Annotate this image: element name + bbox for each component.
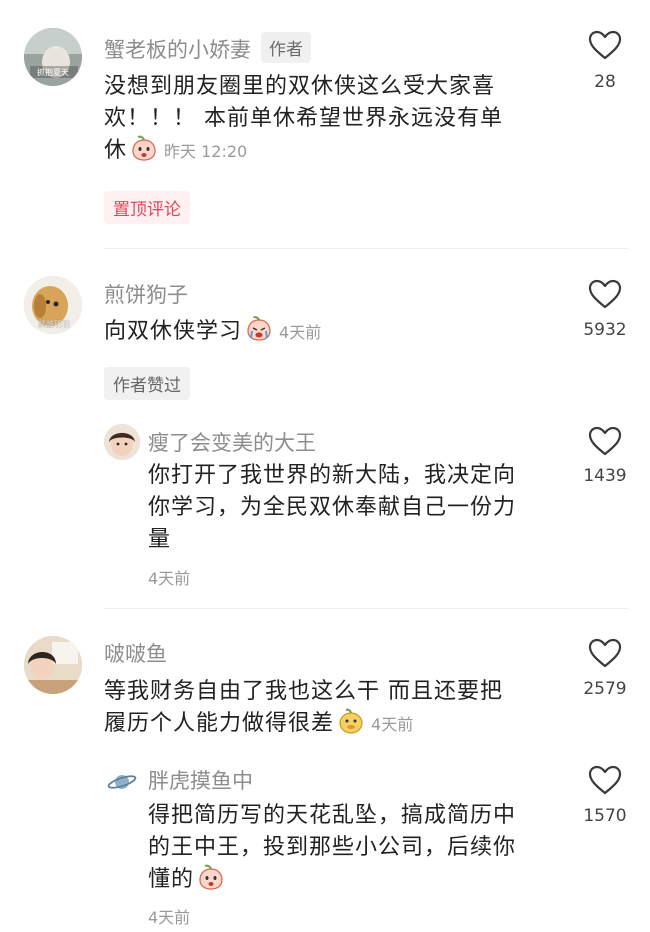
username[interactable]: 蟹老板的小娇妻 作者 <box>104 32 311 64</box>
svg-text:装酷玥玥: 装酷玥玥 <box>38 319 70 329</box>
divider <box>104 608 628 609</box>
reply-like-count: 1439 <box>583 466 627 486</box>
heart-outline-icon <box>588 426 622 456</box>
author-liked-badge: 作者赞过 <box>104 367 190 400</box>
reply-username[interactable]: 胖虎摸鱼中 <box>148 765 253 795</box>
planet-avatar-icon <box>107 775 137 789</box>
heart-outline-icon <box>588 765 622 795</box>
username[interactable]: 煎饼狗子 <box>104 279 188 309</box>
reply-text: 你打开了我世界的新大陆，我决定向 你学习，为全民双休奉献自己一份力 量 <box>148 463 517 552</box>
like-count: 28 <box>594 72 616 92</box>
user-avatar[interactable]: 抓抱夏天 <box>24 28 82 86</box>
reply-like-count: 1570 <box>583 806 627 826</box>
user-avatar[interactable] <box>24 636 82 694</box>
svg-text:抓抱夏天: 抓抱夏天 <box>37 67 69 77</box>
reply-like-button[interactable] <box>580 765 630 795</box>
heart-outline-icon <box>588 279 622 309</box>
reply-user-avatar[interactable] <box>104 424 140 460</box>
reply-username[interactable]: 瘦了会变美的大王 <box>148 427 316 457</box>
like-button[interactable] <box>580 279 630 309</box>
heart-outline-icon <box>588 30 622 60</box>
reply-text: 得把简历写的天花乱坠，搞成简历中 的王中王，投到那些小公司，后续你 懂的 <box>148 803 517 892</box>
comment-text: 没想到朋友圈里的双休侠这么受大家喜 欢！！！ 本前单休希望世界永远没有单 休昨天… <box>104 74 503 163</box>
timestamp: 昨天 12:20 <box>164 142 248 161</box>
like-count: 5932 <box>583 320 627 340</box>
reply-timestamp: 4天前 <box>148 908 191 927</box>
pinned-comment-badge: 置顶评论 <box>104 191 190 224</box>
peach-emoji-icon <box>199 864 223 890</box>
comment-text: 向双休侠学习 4天前 <box>104 316 574 349</box>
like-button[interactable] <box>580 638 630 668</box>
timestamp: 4天前 <box>279 323 322 342</box>
username[interactable]: 啵啵鱼 <box>104 638 167 668</box>
comment-1: 抓抱夏天 蟹老板的小娇妻 作者 没想到朋友圈里的双休侠这么受大家喜 欢！！！ 本前… <box>0 0 650 250</box>
heart-outline-icon <box>588 638 622 668</box>
timestamp: 4天前 <box>371 715 414 734</box>
reply-timestamp: 4天前 <box>148 569 191 588</box>
crying-emoji-icon <box>247 316 271 341</box>
author-tag: 作者 <box>261 32 311 63</box>
reply-like-button[interactable] <box>580 426 630 456</box>
divider <box>104 248 628 249</box>
duck-emoji-icon <box>339 708 363 734</box>
like-count: 2579 <box>583 679 627 699</box>
user-avatar[interactable]: 装酷玥玥 <box>24 276 82 334</box>
reply-user-avatar[interactable] <box>104 764 140 800</box>
like-button[interactable] <box>580 30 630 60</box>
comment-text: 等我财务自由了我也这么干 而且还要把 履历个人能力做得很差 4天前 <box>104 679 503 736</box>
peach-emoji-icon <box>132 135 156 161</box>
